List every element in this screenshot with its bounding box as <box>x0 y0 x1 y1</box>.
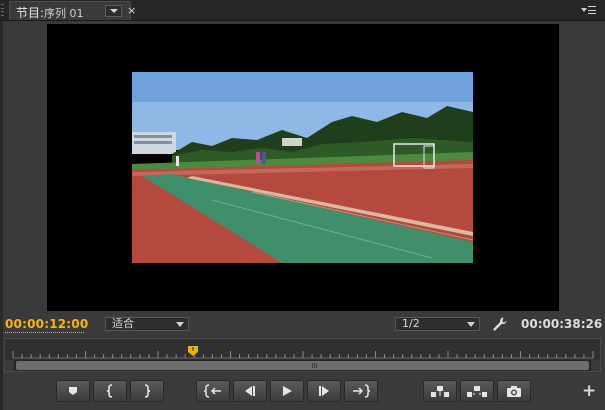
mark-out-button[interactable] <box>130 380 164 402</box>
time-ruler[interactable] <box>5 339 600 359</box>
tab-label: 节目:序列 01 <box>16 6 84 20</box>
scrollbar-thumb[interactable] <box>16 361 589 370</box>
go-to-out-button[interactable] <box>344 380 378 402</box>
camera-icon <box>507 385 521 397</box>
add-marker-button[interactable] <box>56 380 90 402</box>
wrench-icon[interactable] <box>491 316 507 332</box>
marker-icon <box>69 387 77 395</box>
playhead-timecode[interactable]: 00:00:12:00 <box>5 317 88 331</box>
scrollbar-left-handle[interactable] <box>5 360 14 371</box>
program-monitor-viewer[interactable] <box>47 24 559 311</box>
mark-out-icon <box>144 384 151 398</box>
go-to-in-button[interactable] <box>196 380 230 402</box>
lift-icon <box>431 386 449 397</box>
mark-in-icon <box>106 384 113 398</box>
lift-button[interactable] <box>423 380 457 402</box>
transport-group-edit <box>423 380 534 402</box>
playhead-icon[interactable] <box>187 346 198 356</box>
step-forward-icon <box>319 386 329 396</box>
panel-left-edge <box>0 21 3 410</box>
duration-timecode: 00:00:38:26 <box>521 317 603 331</box>
panel-grip-icon[interactable] <box>1 4 5 16</box>
step-back-button[interactable] <box>233 380 267 402</box>
extract-button[interactable] <box>460 380 494 402</box>
video-frame <box>132 72 473 263</box>
extract-icon <box>467 386 487 397</box>
step-back-icon <box>245 386 255 396</box>
tab-program-monitor[interactable]: 节目:序列 01 × <box>9 1 136 20</box>
zoom-fit-value: 适合 <box>112 317 134 330</box>
mark-in-button[interactable] <box>93 380 127 402</box>
playback-resolution-select[interactable]: 1/2 <box>395 317 480 331</box>
monitor-controls: 00:00:12:00 适合 1/2 00:00:38:26 <box>0 314 605 336</box>
zoom-scrollbar[interactable] <box>5 360 600 371</box>
sequence-dropdown-button[interactable] <box>105 5 122 17</box>
step-forward-button[interactable] <box>307 380 341 402</box>
scrollbar-right-handle[interactable] <box>591 360 600 371</box>
chevron-down-icon <box>176 322 184 327</box>
transport-group-markers <box>56 380 167 402</box>
play-button[interactable] <box>270 380 304 402</box>
panel-menu-icon[interactable] <box>581 5 597 15</box>
grip-icon <box>312 363 317 368</box>
play-icon <box>283 386 292 396</box>
playback-resolution-value: 1/2 <box>402 317 420 330</box>
export-frame-button[interactable] <box>497 380 531 402</box>
go-to-in-icon <box>203 384 221 398</box>
go-to-out-icon <box>353 384 371 398</box>
chevron-down-icon <box>467 322 475 327</box>
transport-group-playback <box>196 380 381 402</box>
mini-timeline[interactable] <box>4 338 601 372</box>
timecode-underline <box>5 332 84 333</box>
button-editor-add-button[interactable]: + <box>582 381 596 401</box>
panel-tab-bar: 节目:序列 01 × <box>0 0 605 21</box>
close-tab-icon[interactable]: × <box>127 4 136 17</box>
zoom-fit-select[interactable]: 适合 <box>105 317 189 331</box>
